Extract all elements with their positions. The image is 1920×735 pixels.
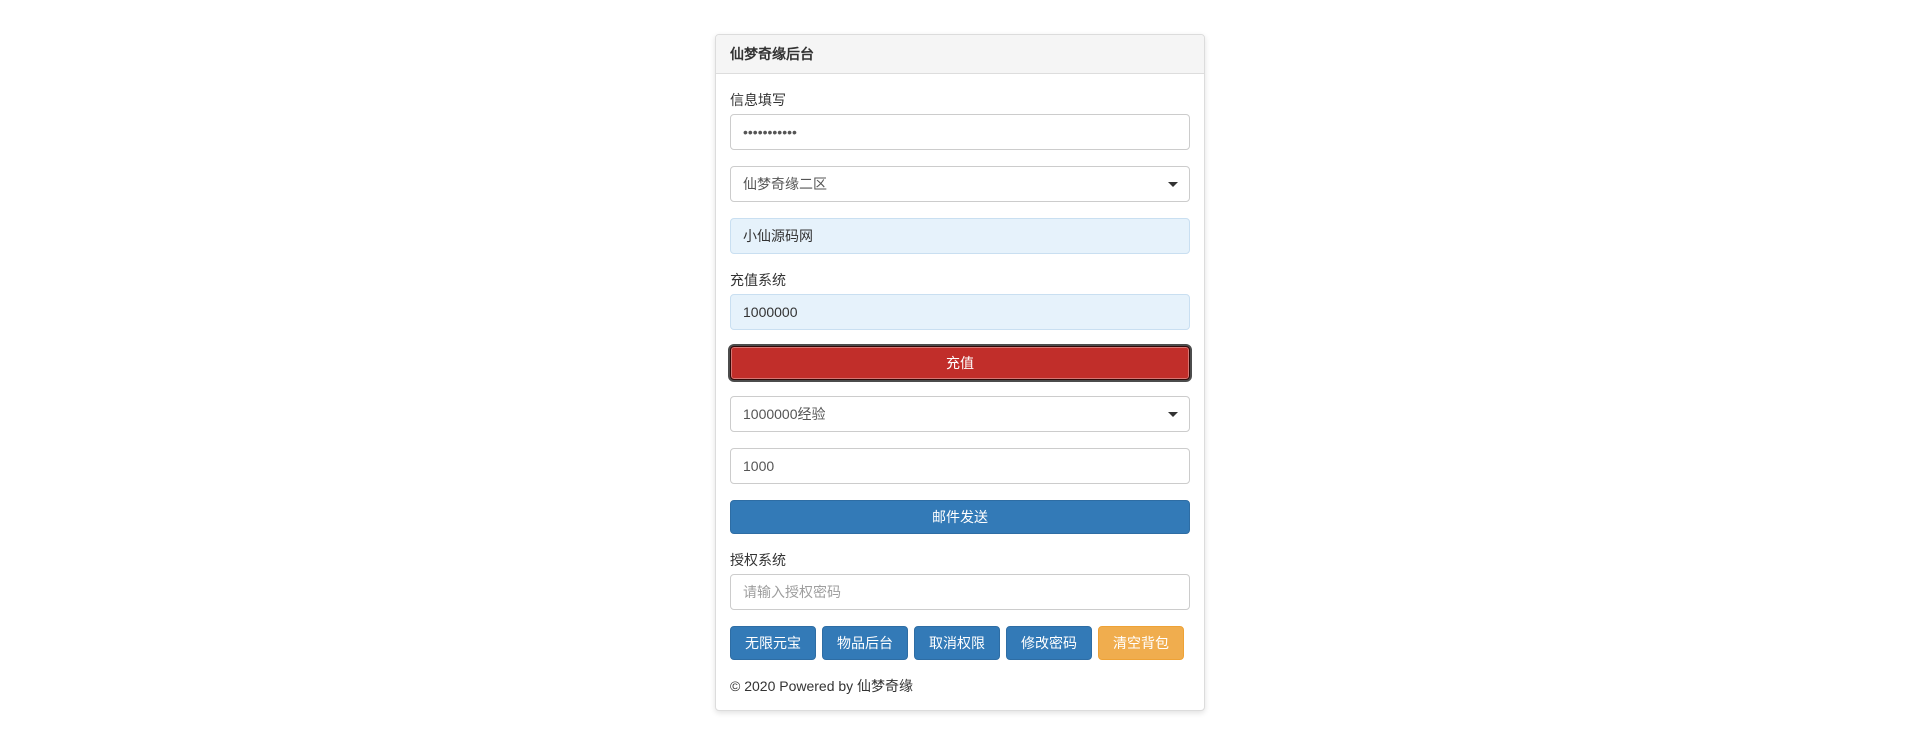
clear-bag-button[interactable]: 清空背包 [1098,626,1184,660]
user-input[interactable] [730,218,1190,254]
item-admin-button[interactable]: 物品后台 [822,626,908,660]
info-section-label: 信息填写 [730,90,1190,110]
recharge-button[interactable]: 充值 [730,346,1190,380]
revoke-auth-button[interactable]: 取消权限 [914,626,1000,660]
password-input[interactable] [730,114,1190,150]
infinite-gold-button[interactable]: 无限元宝 [730,626,816,660]
footer-text: © 2020 Powered by 仙梦奇缘 [730,676,1190,696]
panel-title: 仙梦奇缘后台 [716,35,1204,74]
server-select[interactable] [730,166,1190,202]
mail-quantity-input[interactable] [730,448,1190,484]
change-password-button[interactable]: 修改密码 [1006,626,1092,660]
mail-item-select[interactable] [730,396,1190,432]
action-button-row: 无限元宝 物品后台 取消权限 修改密码 清空背包 [730,626,1190,660]
auth-password-input[interactable] [730,574,1190,610]
recharge-section-label: 充值系统 [730,270,1190,290]
recharge-amount-input[interactable] [730,294,1190,330]
auth-section-label: 授权系统 [730,550,1190,570]
admin-panel: 仙梦奇缘后台 信息填写 充值系统 充值 [715,34,1205,711]
mail-send-button[interactable]: 邮件发送 [730,500,1190,534]
